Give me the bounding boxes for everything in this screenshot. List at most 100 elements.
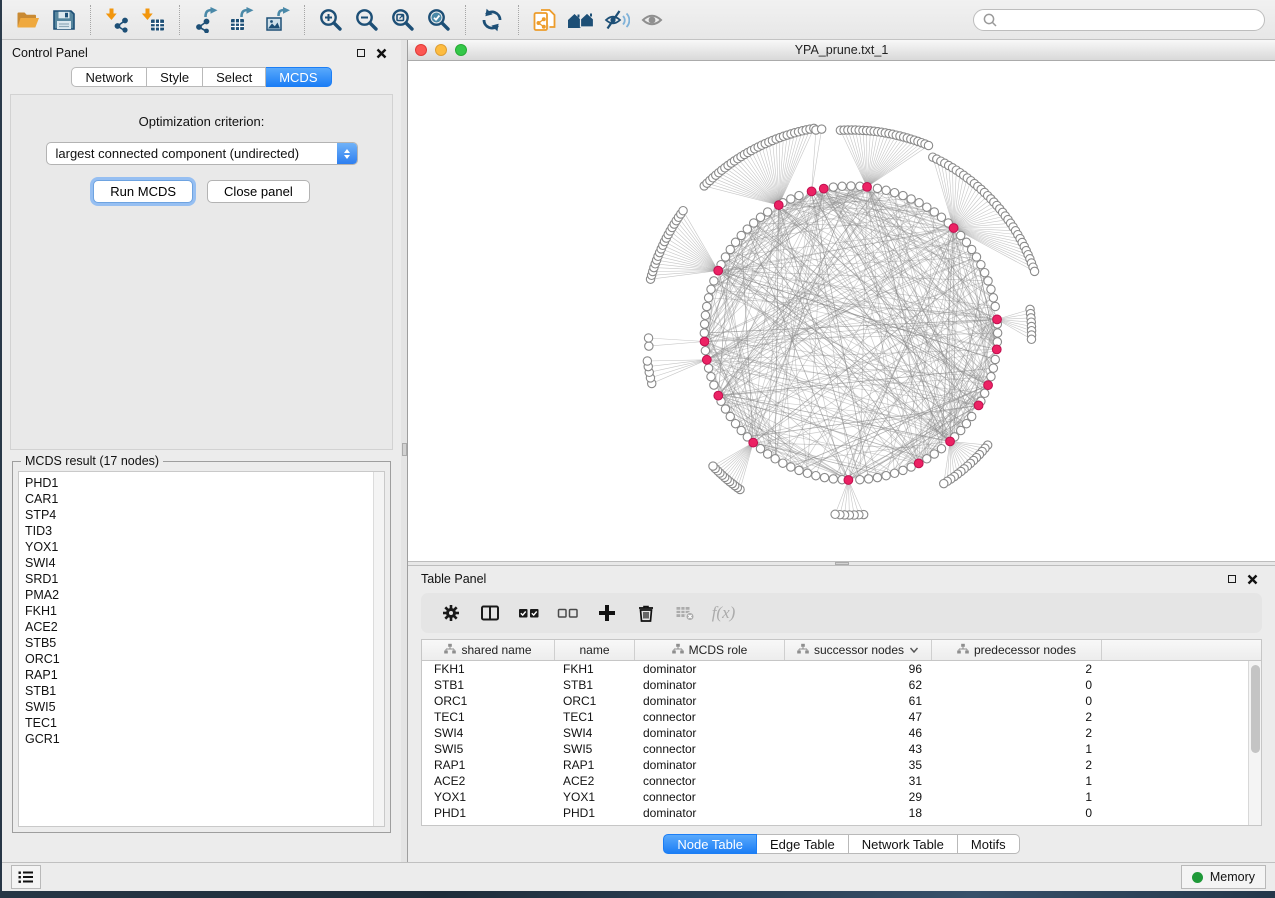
table-cell[interactable]: dominator [635,726,785,740]
table-cell[interactable]: 2 [932,662,1102,676]
deselect-all-checkboxes-icon[interactable] [548,598,587,628]
table-cell[interactable]: ORC1 [422,694,555,708]
mcds-result-item[interactable]: STP4 [25,507,373,523]
mcds-result-item[interactable]: RAP1 [25,667,373,683]
run-mcds-button[interactable]: Run MCDS [93,180,193,203]
zoom-out-icon[interactable] [349,4,385,36]
table-cell[interactable]: 61 [785,694,932,708]
table-cell[interactable]: connector [635,710,785,724]
mcds-result-item[interactable]: SWI5 [25,699,373,715]
table-cell[interactable]: dominator [635,694,785,708]
close-panel-icon[interactable] [1242,570,1262,588]
export-network-icon[interactable] [188,4,224,36]
vertical-splitter[interactable] [401,40,408,862]
mcds-result-item[interactable]: ACE2 [25,619,373,635]
table-cell[interactable]: SWI4 [422,726,555,740]
export-table-icon[interactable] [224,4,260,36]
scrollbar-thumb[interactable] [1251,665,1260,753]
table-cell[interactable]: 31 [785,774,932,788]
table-cell[interactable]: 1 [932,774,1102,788]
table-cell[interactable]: PHD1 [422,806,555,820]
table-cell[interactable]: dominator [635,806,785,820]
search-input[interactable] [1003,12,1256,28]
tab-network-table[interactable]: Network Table [849,834,958,854]
save-session-icon[interactable] [46,4,82,36]
mcds-result-item[interactable]: CAR1 [25,491,373,507]
column-header-name[interactable]: name [555,640,635,660]
horizontal-splitter[interactable] [408,561,1275,566]
table-cell[interactable]: connector [635,742,785,756]
table-row[interactable]: RAP1RAP1dominator352 [422,757,1261,773]
column-header-shared-name[interactable]: shared name [422,640,555,660]
mcds-result-item[interactable]: GCR1 [25,731,373,747]
close-panel-icon[interactable] [371,44,391,62]
mcds-result-item[interactable]: YOX1 [25,539,373,555]
close-panel-button[interactable]: Close panel [207,180,310,203]
search-box[interactable] [973,9,1265,31]
table-cell[interactable]: PHD1 [555,806,635,820]
table-cell[interactable]: 2 [932,726,1102,740]
table-cell[interactable]: 62 [785,678,932,692]
table-cell[interactable]: 0 [932,806,1102,820]
table-cell[interactable]: 35 [785,758,932,772]
add-column-plus-icon[interactable] [587,598,626,628]
table-row[interactable]: SWI5SWI5connector431 [422,741,1261,757]
table-cell[interactable]: 18 [785,806,932,820]
zoom-in-icon[interactable] [313,4,349,36]
tab-network[interactable]: Network [71,67,147,87]
table-cell[interactable]: 0 [932,694,1102,708]
table-cell[interactable]: 2 [932,710,1102,724]
table-cell[interactable]: 2 [932,758,1102,772]
open-file-icon[interactable] [10,4,46,36]
zoom-selected-region-icon[interactable] [421,4,457,36]
mcds-result-item[interactable]: FKH1 [25,603,373,619]
mcds-result-item[interactable]: PHD1 [25,475,373,491]
table-cell[interactable]: SWI5 [555,742,635,756]
zoom-fit-content-icon[interactable] [385,4,421,36]
task-history-button[interactable] [11,865,41,889]
table-row[interactable]: FKH1FKH1dominator962 [422,661,1261,677]
table-row[interactable]: YOX1YOX1connector291 [422,789,1261,805]
table-cell[interactable]: RAP1 [422,758,555,772]
table-row[interactable]: ORC1ORC1dominator610 [422,693,1261,709]
optimization-criterion-dropdown[interactable]: largest connected component (undirected) [46,142,358,165]
table-cell[interactable]: SWI5 [422,742,555,756]
table-row[interactable]: TEC1TEC1connector472 [422,709,1261,725]
hide-graphics-details-icon[interactable] [599,4,635,36]
mcds-list-scrollbar[interactable] [373,472,384,826]
table-cell[interactable]: SWI4 [555,726,635,740]
float-panel-icon[interactable] [1222,570,1242,588]
splitter-handle[interactable] [835,562,849,565]
mcds-result-item[interactable]: TID3 [25,523,373,539]
table-row[interactable]: ACE2ACE2connector311 [422,773,1261,789]
mcds-result-item[interactable]: STB1 [25,683,373,699]
table-cell[interactable]: TEC1 [555,710,635,724]
float-panel-icon[interactable] [351,44,371,62]
table-cell[interactable]: FKH1 [422,662,555,676]
table-row[interactable]: STB1STB1dominator620 [422,677,1261,693]
table-cell[interactable]: ACE2 [422,774,555,788]
mcds-result-item[interactable]: STB5 [25,635,373,651]
tab-style[interactable]: Style [147,67,203,87]
mcds-result-item[interactable]: SWI4 [25,555,373,571]
table-cell[interactable]: 1 [932,742,1102,756]
table-cell[interactable]: dominator [635,678,785,692]
tab-node-table[interactable]: Node Table [663,834,757,854]
table-cell[interactable]: TEC1 [422,710,555,724]
table-cell[interactable]: ACE2 [555,774,635,788]
network-canvas[interactable] [408,61,1275,561]
mcds-result-item[interactable]: TEC1 [25,715,373,731]
column-header-predecessor-nodes[interactable]: predecessor nodes [932,640,1102,660]
table-cell[interactable]: ORC1 [555,694,635,708]
column-header-successor-nodes[interactable]: successor nodes [785,640,932,660]
mcds-result-item[interactable]: SRD1 [25,571,373,587]
table-scrollbar[interactable] [1248,661,1261,825]
export-image-icon[interactable] [260,4,296,36]
tab-select[interactable]: Select [203,67,266,87]
table-cell[interactable]: YOX1 [555,790,635,804]
table-cell[interactable]: dominator [635,662,785,676]
table-cell[interactable]: 46 [785,726,932,740]
table-cell[interactable]: STB1 [555,678,635,692]
mcds-result-item[interactable]: PMA2 [25,587,373,603]
import-network-file-icon[interactable] [99,4,135,36]
